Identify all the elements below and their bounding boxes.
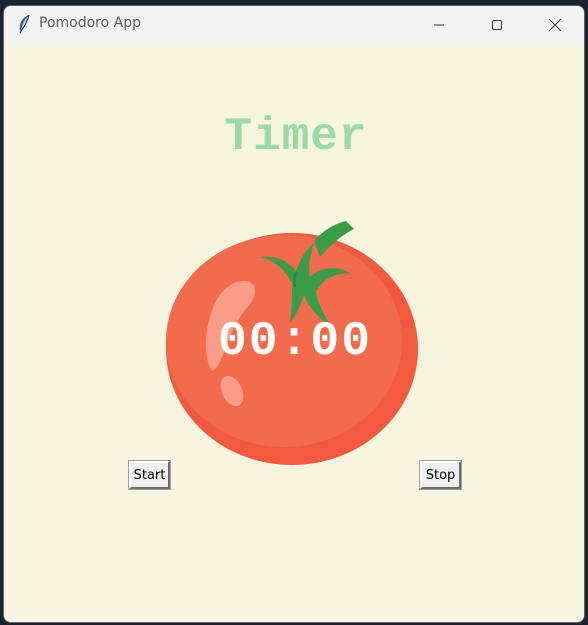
- app-window: Pomodoro App Timer 00:00 Start Stop: [3, 5, 585, 623]
- minimize-button[interactable]: [410, 6, 468, 43]
- window-title: Pomodoro App: [39, 15, 141, 31]
- stop-button[interactable]: Stop: [419, 460, 462, 490]
- main-canvas: Timer 00:00 Start Stop: [4, 43, 584, 622]
- title-bar[interactable]: Pomodoro App: [4, 6, 584, 43]
- feather-icon: [19, 14, 30, 34]
- start-button[interactable]: Start: [128, 460, 171, 490]
- close-button[interactable]: [526, 6, 584, 43]
- minimize-icon: [434, 24, 444, 25]
- maximize-button[interactable]: [468, 6, 526, 43]
- timer-heading: Timer: [224, 111, 368, 163]
- close-icon: [548, 18, 562, 31]
- maximize-icon: [492, 19, 502, 30]
- timer-display: 00:00: [217, 315, 373, 369]
